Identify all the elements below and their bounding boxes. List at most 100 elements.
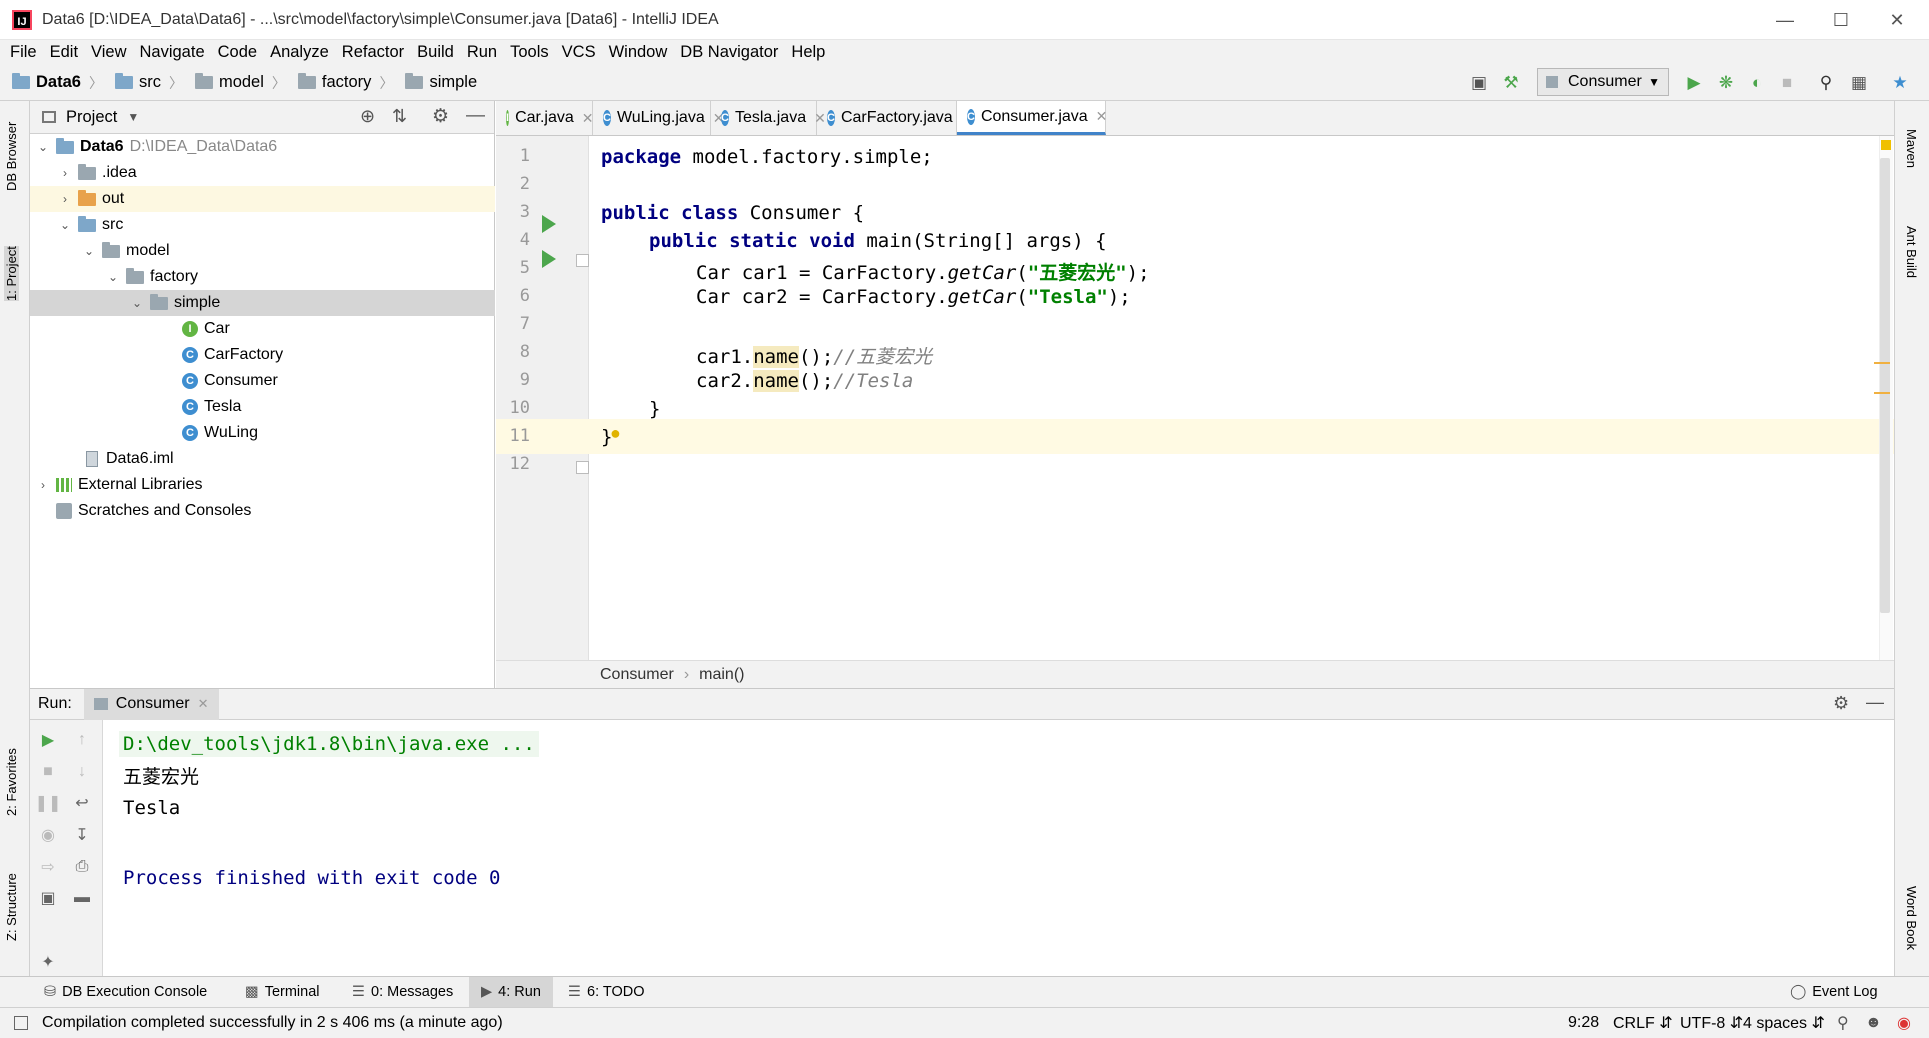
exit-icon[interactable]: ⇨ <box>38 857 58 877</box>
gear-icon[interactable]: ⚙ <box>432 105 449 128</box>
tree-item-model[interactable]: ⌄ model <box>30 238 495 264</box>
tool-word-book[interactable]: Word Book <box>1904 886 1919 950</box>
code-editor[interactable]: 1 2 3 4 5 6 7 8 9 10 11 12 ● package mod… <box>496 136 1894 660</box>
project-structure-icon[interactable]: ▦ <box>1848 72 1870 94</box>
warning-indicator-icon[interactable] <box>1881 140 1891 150</box>
run-configuration-select[interactable]: Consumer ▼ <box>1537 68 1669 96</box>
tool-ant-build[interactable]: Ant Build <box>1904 226 1919 278</box>
tree-item-src[interactable]: ⌄ src <box>30 212 495 238</box>
run-gutter-icon[interactable] <box>542 250 556 268</box>
line-separator-select[interactable]: CRLF ⇵ <box>1613 1013 1673 1033</box>
build-hammer-icon[interactable]: ⚒ <box>1500 72 1522 94</box>
breadcrumb-model[interactable]: model 〉 <box>194 73 286 93</box>
stop-icon[interactable]: ■ <box>38 762 58 782</box>
menu-help[interactable]: Help <box>791 43 825 62</box>
tree-item-external-libraries[interactable]: › External Libraries <box>30 472 495 498</box>
menu-edit[interactable]: Edit <box>50 43 78 62</box>
search-icon[interactable]: ⚲ <box>1815 72 1837 94</box>
minimize-icon[interactable]: — <box>1757 0 1813 40</box>
tab-event-log[interactable]: ◯ Event Log <box>1790 977 1878 1007</box>
menu-db-navigator[interactable]: DB Navigator <box>680 43 778 62</box>
tree-item-factory[interactable]: ⌄ factory <box>30 264 495 290</box>
run-tab-consumer[interactable]: Consumer ✕ <box>83 688 219 720</box>
hide-icon[interactable]: — <box>1866 692 1884 713</box>
fold-icon[interactable] <box>576 461 589 474</box>
tree-item-scratches[interactable]: Scratches and Consoles <box>30 498 495 524</box>
collapse-all-icon[interactable]: ⇅ <box>392 106 407 127</box>
tool-favorites[interactable]: 2: Favorites <box>4 748 19 816</box>
inspector-icon[interactable]: ☻ <box>1865 1014 1882 1032</box>
pause-icon[interactable]: ❚❚ <box>35 793 62 813</box>
crumb-method[interactable]: main() <box>699 666 744 684</box>
tree-item-car[interactable]: I Car <box>30 316 495 342</box>
tool-project[interactable]: 1: Project <box>4 246 19 301</box>
breadcrumb-src[interactable]: src 〉 <box>114 73 183 93</box>
camera-icon[interactable]: ◉ <box>38 825 58 845</box>
lock-icon[interactable]: ⚲ <box>1837 1013 1849 1033</box>
run-icon[interactable]: ▶ <box>1683 72 1705 94</box>
tab-messages[interactable]: ☰ 0: Messages <box>352 977 453 1007</box>
menu-code[interactable]: Code <box>218 43 257 62</box>
menu-analyze[interactable]: Analyze <box>270 43 329 62</box>
tab-todo[interactable]: ☰ 6: TODO <box>568 977 644 1007</box>
breadcrumb-data6[interactable]: Data6 〉 <box>12 73 103 93</box>
run-gutter-icon[interactable] <box>542 215 556 233</box>
caret-position[interactable]: 9:28 <box>1568 1014 1599 1032</box>
tab-terminal[interactable]: ▩ Terminal <box>245 977 320 1007</box>
tree-item-carfactory[interactable]: C CarFactory <box>30 342 495 368</box>
menu-run[interactable]: Run <box>467 43 497 62</box>
close-tab-icon[interactable]: ✕ <box>582 110 594 127</box>
menu-file[interactable]: File <box>10 43 37 62</box>
scrollbar-thumb[interactable] <box>1880 158 1890 613</box>
project-view-select[interactable]: Project <box>66 108 117 127</box>
indent-select[interactable]: 4 spaces ⇵ <box>1743 1013 1825 1033</box>
breadcrumb-simple[interactable]: simple <box>405 73 477 92</box>
layout-icon[interactable]: ▣ <box>1468 72 1490 94</box>
translate-icon[interactable]: ★ <box>1889 72 1911 94</box>
menu-build[interactable]: Build <box>417 43 454 62</box>
breadcrumb-factory[interactable]: factory 〉 <box>297 73 393 93</box>
tab-tesla[interactable]: C Tesla.java ✕ <box>711 101 826 135</box>
menu-vcs[interactable]: VCS <box>562 43 596 62</box>
tree-item-consumer[interactable]: C Consumer <box>30 368 495 394</box>
tab-db-execution-console[interactable]: ⛁ DB Execution Console <box>44 977 207 1007</box>
down-arrow-icon[interactable]: ↓ <box>72 762 92 782</box>
print-icon[interactable]: ⎙ <box>72 857 92 877</box>
tree-item-root[interactable]: ⌄ Data6 D:\IDEA_Data\Data6 <box>30 134 495 160</box>
tab-carfactory[interactable]: CCarFactory.java✕ <box>817 101 972 135</box>
rerun-icon[interactable]: ▶ <box>38 730 58 750</box>
up-arrow-icon[interactable]: ↑ <box>72 730 92 750</box>
pin-icon[interactable]: ✦ <box>38 952 58 972</box>
tree-item-simple[interactable]: ⌄ simple <box>30 290 495 316</box>
tab-run[interactable]: ▶ 4: Run <box>469 977 553 1007</box>
menu-window[interactable]: Window <box>609 43 668 62</box>
warning-marker[interactable] <box>1874 392 1890 394</box>
close-tab-icon[interactable]: ✕ <box>1096 108 1108 125</box>
tool-maven[interactable]: Maven <box>1904 129 1919 168</box>
menu-tools[interactable]: Tools <box>510 43 549 62</box>
status-message[interactable]: Compilation completed successfully in 2 … <box>42 1014 503 1032</box>
tree-item-out[interactable]: › out <box>30 186 495 212</box>
tab-consumer[interactable]: C Consumer.java ✕ <box>957 101 1108 135</box>
hide-icon[interactable]: — <box>466 105 485 127</box>
stop-icon[interactable]: ■ <box>1776 72 1798 94</box>
fold-icon[interactable] <box>576 254 589 267</box>
debug-icon[interactable]: ❋ <box>1715 72 1737 94</box>
menu-refactor[interactable]: Refactor <box>342 43 404 62</box>
chevron-down-icon[interactable]: ▼ <box>127 110 139 124</box>
tree-item-wuling[interactable]: C WuLing <box>30 420 495 446</box>
menu-view[interactable]: View <box>91 43 126 62</box>
close-icon[interactable]: ✕ <box>1869 0 1925 40</box>
coverage-icon[interactable]: ◐ <box>1746 72 1768 94</box>
gear-icon[interactable]: ⚙ <box>1833 693 1849 714</box>
tree-item-idea[interactable]: › .idea <box>30 160 495 186</box>
maximize-icon[interactable]: ☐ <box>1813 0 1869 40</box>
tab-wuling[interactable]: C WuLing.java ✕ <box>593 101 724 135</box>
tool-structure[interactable]: Z: Structure <box>4 873 19 941</box>
google-icon[interactable]: ◉ <box>1897 1013 1911 1033</box>
trash-icon[interactable]: ▬ <box>72 888 92 908</box>
scroll-to-end-icon[interactable]: ↧ <box>72 825 92 845</box>
soft-wrap-icon[interactable]: ↩ <box>72 793 92 813</box>
layout-icon[interactable]: ▣ <box>38 888 58 908</box>
tab-car[interactable]: I Car.java ✕ <box>496 101 594 135</box>
